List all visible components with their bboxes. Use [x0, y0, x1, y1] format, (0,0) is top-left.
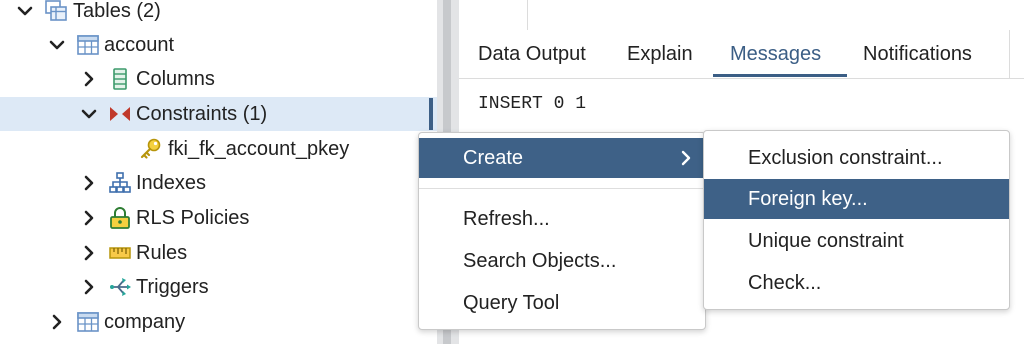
- tree-item-label: Triggers: [136, 276, 209, 298]
- chevron-right-icon[interactable]: [80, 70, 98, 88]
- menu-item-label: Unique constraint: [748, 230, 904, 252]
- lock-icon: [110, 207, 130, 229]
- create-submenu: Exclusion constraint... Foreign key... U…: [703, 130, 1010, 310]
- chevron-right-icon: [681, 150, 691, 166]
- menu-item-label: Check...: [748, 272, 822, 294]
- indexes-icon: [109, 172, 131, 193]
- tree-item-label: account: [104, 34, 175, 56]
- tree-item-fki-fk-account-pkey[interactable]: fki_fk_account_pkey: [0, 132, 437, 166]
- menu-item-create[interactable]: Create: [419, 138, 705, 178]
- chevron-down-icon[interactable]: [48, 36, 66, 54]
- chevron-right-icon[interactable]: [48, 313, 66, 331]
- menu-item-unique-constraint[interactable]: Unique constraint: [704, 221, 1009, 261]
- menu-item-label: Exclusion constraint...: [748, 147, 943, 169]
- divider: [527, 0, 528, 30]
- tree-item-triggers[interactable]: Triggers: [0, 270, 437, 304]
- chevron-right-icon[interactable]: [80, 244, 98, 262]
- menu-item-foreign-key[interactable]: Foreign key...: [704, 179, 1009, 219]
- menu-item-check[interactable]: Check...: [704, 263, 1009, 303]
- table-icon: [77, 35, 99, 55]
- chevron-right-icon[interactable]: [80, 278, 98, 296]
- tree-item-company[interactable]: company: [0, 305, 437, 339]
- divider: [1009, 30, 1010, 78]
- menu-item-label: Search Objects...: [463, 250, 617, 272]
- table-icon: [77, 312, 99, 332]
- tree-item-constraints[interactable]: Constraints (1): [0, 97, 437, 131]
- chevron-right-icon[interactable]: [80, 209, 98, 227]
- columns-icon: [113, 68, 127, 90]
- menu-item-exclusion-constraint[interactable]: Exclusion constraint...: [704, 138, 1009, 178]
- chevron-down-icon[interactable]: [80, 105, 98, 123]
- tree-item-label: Rules: [136, 242, 188, 264]
- tables-icon: [45, 0, 67, 21]
- menu-item-label: Foreign key...: [748, 188, 868, 210]
- messages-output: INSERT 0 1: [478, 94, 587, 114]
- active-tab-indicator: [713, 74, 847, 77]
- context-menu: Create Refresh... Search Objects... Quer…: [418, 132, 706, 330]
- tree-item-label: RLS Policies: [136, 207, 250, 229]
- triggers-icon: [110, 278, 131, 296]
- menu-separator: [419, 188, 705, 189]
- menu-item-search-objects[interactable]: Search Objects...: [419, 241, 705, 281]
- tab-notifications[interactable]: Notifications: [863, 30, 972, 78]
- menu-item-label: Refresh...: [463, 208, 550, 230]
- tree-item-indexes[interactable]: Indexes: [0, 166, 437, 200]
- tab-explain[interactable]: Explain: [627, 30, 693, 78]
- tree-item-label: fki_fk_account_pkey: [168, 138, 350, 160]
- chevron-right-icon[interactable]: [80, 174, 98, 192]
- constraints-icon: [110, 107, 130, 121]
- tree-item-rules[interactable]: Rules: [0, 236, 437, 270]
- tree-item-label: Tables (2): [73, 0, 161, 22]
- tree-item-rls-policies[interactable]: RLS Policies: [0, 201, 437, 235]
- tree-scrollbar-thumb[interactable]: [429, 98, 433, 130]
- tree-item-label: Indexes: [136, 172, 207, 194]
- chevron-down-icon[interactable]: [16, 2, 34, 20]
- tree-item-tables[interactable]: Tables (2): [0, 0, 437, 28]
- editor-area: [459, 0, 1024, 30]
- tree-item-label: Constraints (1): [136, 103, 268, 125]
- tab-messages[interactable]: Messages: [730, 30, 821, 78]
- tree-item-account[interactable]: account: [0, 28, 437, 62]
- tab-data-output[interactable]: Data Output: [478, 30, 586, 78]
- menu-item-query-tool[interactable]: Query Tool: [419, 283, 705, 323]
- menu-item-label: Create: [463, 147, 524, 169]
- tree-item-columns[interactable]: Columns: [0, 62, 437, 96]
- object-tree: Tables (2) account Columns Constraints (…: [0, 0, 437, 344]
- rules-icon: [109, 247, 131, 259]
- menu-item-label: Query Tool: [463, 292, 560, 314]
- menu-item-refresh[interactable]: Refresh...: [419, 199, 705, 239]
- key-icon: [140, 138, 161, 159]
- tree-item-label: company: [104, 311, 186, 333]
- tree-item-label: Columns: [136, 68, 215, 90]
